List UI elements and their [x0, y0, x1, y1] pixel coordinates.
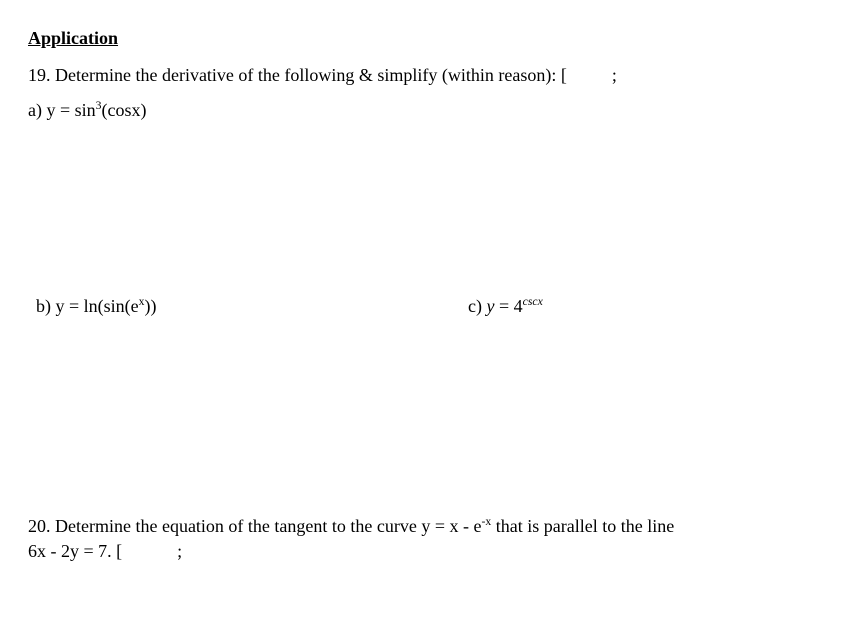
- q19b-tail: )): [144, 296, 156, 316]
- q20-line1-a: 20. Determine the equation of the tangen…: [28, 516, 482, 536]
- q19-parts-bc-row: b) y = ln(sin(ex)) c) y = 4cscx: [28, 294, 831, 324]
- question-20: 20. Determine the equation of the tangen…: [28, 514, 831, 564]
- q19c-exponent: cscx: [523, 295, 543, 308]
- q20-line2-gap: ;: [122, 539, 182, 564]
- q20-line2: 6x - 2y = 7. [;: [28, 539, 831, 564]
- q19-prompt-gap: ;: [567, 63, 617, 88]
- q19a-tail: (cosx): [101, 100, 146, 120]
- q19c-label: c): [468, 296, 486, 316]
- q19c-mid: = 4: [494, 296, 522, 316]
- q20-line1-b: that is parallel to the line: [491, 516, 674, 536]
- question-19-prompt: 19. Determine the derivative of the foll…: [28, 63, 831, 88]
- q19-prompt-text: 19. Determine the derivative of the foll…: [28, 65, 567, 85]
- q19a-prefix: a) y = sin: [28, 100, 96, 120]
- q19-part-a: a) y = sin3(cosx): [28, 98, 831, 123]
- q20-line2-a: 6x - 2y = 7. [: [28, 539, 122, 564]
- q20-line1-exp: -x: [482, 515, 492, 528]
- q20-line1: 20. Determine the equation of the tangen…: [28, 514, 831, 539]
- worksheet-page: Application 19. Determine the derivative…: [0, 0, 859, 628]
- q19b-prefix: b) y = ln(sin(e: [36, 296, 139, 316]
- q19-part-b: b) y = ln(sin(ex)): [36, 294, 156, 319]
- section-heading: Application: [28, 26, 831, 51]
- q19-part-c: c) y = 4cscx: [468, 294, 543, 319]
